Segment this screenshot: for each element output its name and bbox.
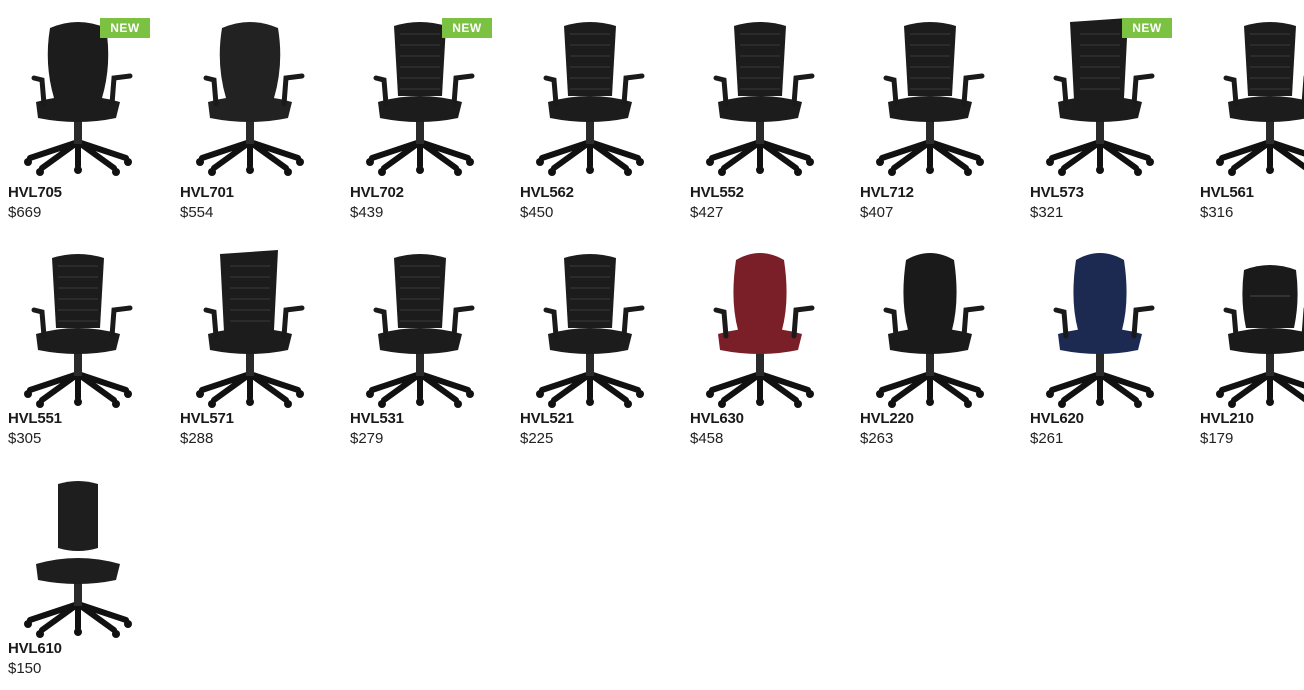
chair-image-frame [876,22,985,176]
product-card[interactable]: HVL210 $179 [1200,240,1304,460]
product-model[interactable]: HVL620 [1030,410,1084,427]
product-price: $458 [690,430,724,447]
product-price: $279 [350,430,384,447]
product-card[interactable]: HVL531 $279 [350,240,490,460]
product-card[interactable]: HVL552 $427 [690,8,830,228]
product-model[interactable]: HVL552 [690,184,744,201]
product-price: $439 [350,204,384,221]
chair-image [1046,18,1155,176]
product-card[interactable]: HVL571 $288 [180,240,320,460]
new-badge: NEW [100,18,150,38]
chair-image [196,22,305,176]
product-price: $669 [8,204,42,221]
product-card[interactable]: HVL712 $407 [860,8,1000,228]
product-price: $288 [180,430,214,447]
product-model[interactable]: HVL571 [180,410,234,427]
product-price: $554 [180,204,214,221]
product-card[interactable]: HVL521 $225 [520,240,660,460]
chair-image [536,254,645,408]
chair-image-frame [706,253,815,408]
chair-image [876,253,985,408]
product-price: $427 [690,204,724,221]
chair-image-frame [1046,253,1155,408]
chair-image-frame [1216,22,1304,176]
chair-image-frame [536,22,645,176]
product-card[interactable]: NEW HVL573 $321 [1030,8,1172,228]
product-price: $316 [1200,204,1234,221]
product-model[interactable]: HVL712 [860,184,914,201]
product-model[interactable]: HVL610 [8,640,62,657]
chair-image-frame [366,254,475,408]
product-card[interactable]: NEW HVL705 $669 [8,8,150,228]
product-model[interactable]: HVL551 [8,410,62,427]
chair-image [366,254,475,408]
product-card[interactable]: HVL220 $263 [860,240,1000,460]
product-model[interactable]: HVL521 [520,410,574,427]
product-card[interactable]: HVL620 $261 [1030,240,1170,460]
chair-image-frame [706,22,815,176]
chair-image [876,22,985,176]
chair-image-frame [196,22,305,176]
chair-image [366,22,475,176]
product-card[interactable]: HVL561 $316 [1200,8,1304,228]
chair-image [1216,22,1304,176]
product-price: $263 [860,430,894,447]
product-price: $305 [8,430,42,447]
product-model[interactable]: HVL702 [350,184,404,201]
chair-image [24,22,133,176]
product-price: $321 [1030,204,1064,221]
chair-image-frame [196,250,305,408]
product-card[interactable]: HVL551 $305 [8,240,148,460]
chair-image [536,22,645,176]
product-model[interactable]: HVL705 [8,184,62,201]
chair-image [1216,265,1304,408]
product-model[interactable]: HVL220 [860,410,914,427]
chair-image-frame [536,254,645,408]
product-card[interactable]: NEW HVL702 $439 [350,8,492,228]
product-card[interactable]: HVL630 $458 [690,240,830,460]
product-price: $179 [1200,430,1234,447]
chair-image [706,22,815,176]
product-model[interactable]: HVL701 [180,184,234,201]
product-card[interactable]: HVL562 $450 [520,8,660,228]
product-card[interactable]: HVL610 $150 [8,470,148,690]
chair-image [24,254,133,408]
new-badge: NEW [442,18,492,38]
product-model[interactable]: HVL562 [520,184,574,201]
product-model[interactable]: HVL630 [690,410,744,427]
chair-image-frame [24,254,133,408]
product-price: $450 [520,204,554,221]
product-model[interactable]: HVL561 [1200,184,1254,201]
chair-image [196,250,305,408]
product-price: $261 [1030,430,1064,447]
product-price: $225 [520,430,554,447]
chair-image [706,253,815,408]
product-model[interactable]: HVL573 [1030,184,1084,201]
chair-image [1046,253,1155,408]
product-model[interactable]: HVL531 [350,410,404,427]
product-card[interactable]: HVL701 $554 [180,8,320,228]
new-badge: NEW [1122,18,1172,38]
chair-image-frame [1216,265,1304,408]
chair-image [24,481,132,638]
product-model[interactable]: HVL210 [1200,410,1254,427]
chair-image-frame [24,481,132,638]
product-price: $407 [860,204,894,221]
product-price: $150 [8,660,42,677]
chair-image-frame [876,253,985,408]
